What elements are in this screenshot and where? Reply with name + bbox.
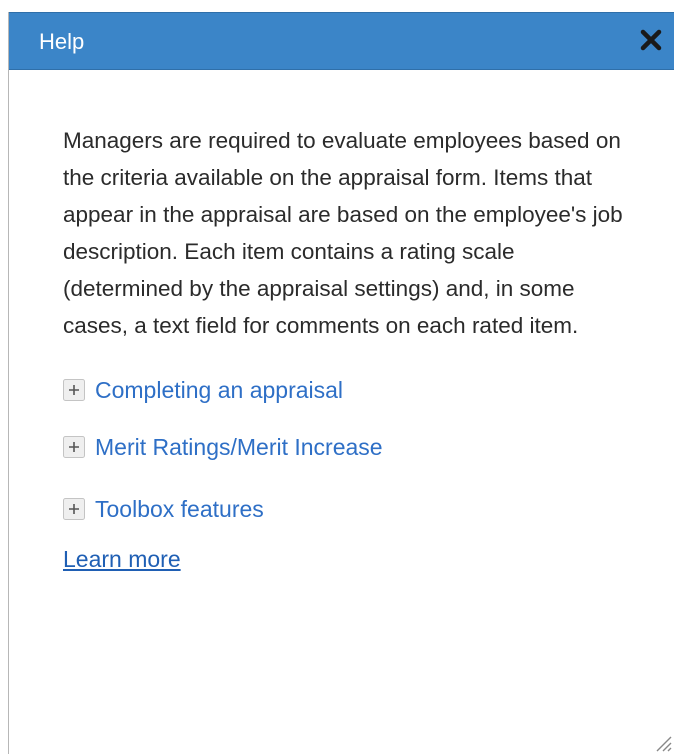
help-content: Managers are required to evaluate employ… bbox=[63, 122, 623, 573]
dialog-title: Help bbox=[39, 29, 85, 54]
dialog-title-bar: Help bbox=[9, 12, 674, 70]
learn-more-link[interactable]: Learn more bbox=[63, 546, 181, 573]
resize-grip-icon[interactable] bbox=[652, 732, 672, 752]
close-button[interactable] bbox=[638, 27, 664, 53]
help-sections: Completing an appraisal Merit Ratings/Me… bbox=[63, 364, 623, 540]
section-completing-appraisal[interactable]: Completing an appraisal bbox=[63, 364, 623, 416]
expand-plus-icon[interactable] bbox=[63, 498, 85, 520]
section-label[interactable]: Merit Ratings/Merit Increase bbox=[95, 434, 383, 461]
help-description: Managers are required to evaluate employ… bbox=[63, 128, 623, 338]
expand-plus-icon[interactable] bbox=[63, 436, 85, 458]
expand-plus-icon[interactable] bbox=[63, 379, 85, 401]
help-dialog: Help Managers are required to evaluate e… bbox=[8, 12, 674, 754]
section-merit-ratings[interactable]: Merit Ratings/Merit Increase bbox=[63, 416, 623, 478]
close-icon bbox=[640, 29, 662, 51]
section-label[interactable]: Completing an appraisal bbox=[95, 377, 343, 404]
section-label[interactable]: Toolbox features bbox=[95, 496, 264, 523]
section-toolbox-features[interactable]: Toolbox features bbox=[63, 478, 623, 540]
